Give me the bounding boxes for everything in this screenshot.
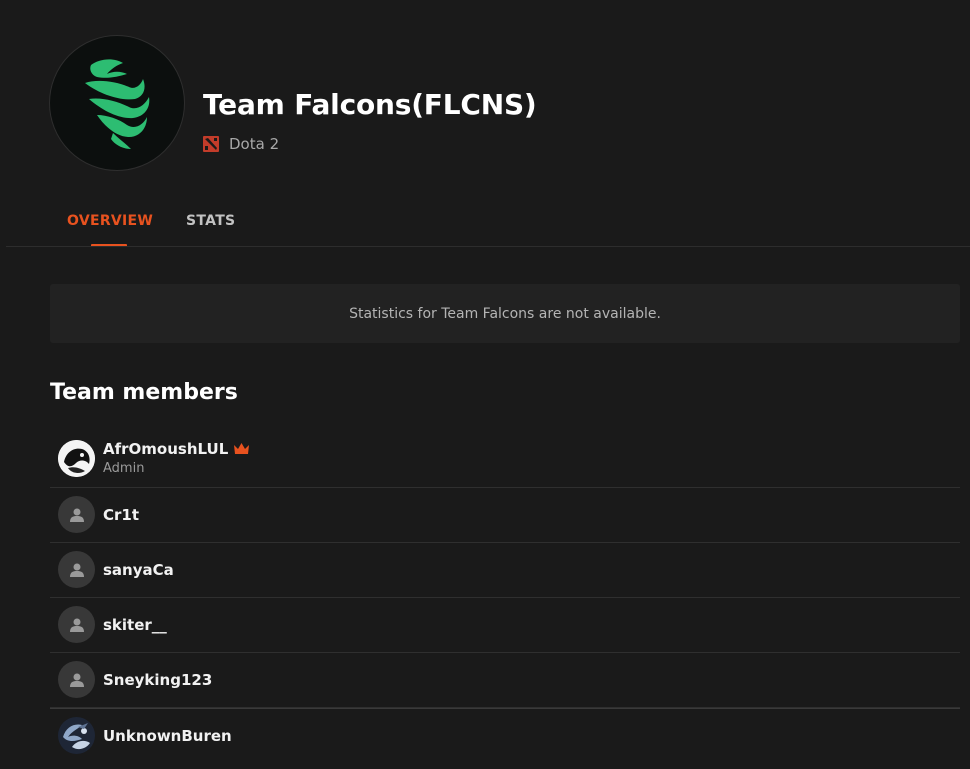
member-name[interactable]: UnknownBuren: [103, 727, 232, 745]
tab-overview[interactable]: OVERVIEW: [67, 213, 153, 229]
member-name[interactable]: Sneyking123: [103, 671, 212, 689]
member-name[interactable]: sanyaCa: [103, 561, 174, 579]
tab-stats[interactable]: STATS: [186, 213, 235, 229]
avatar[interactable]: [58, 661, 95, 698]
member-role: Admin: [103, 461, 145, 476]
avatar[interactable]: [58, 606, 95, 643]
avatar[interactable]: [58, 440, 95, 477]
avatar[interactable]: [58, 717, 95, 754]
team-name: Team Falcons(FLCNS): [203, 88, 537, 121]
member-row[interactable]: Sneyking123: [50, 653, 960, 708]
member-name[interactable]: skiter__: [103, 616, 167, 634]
falcon-logo-icon: [85, 59, 150, 149]
game-name: Dota 2: [229, 135, 280, 153]
notice-text: Statistics for Team Falcons are not avai…: [349, 305, 661, 322]
member-row[interactable]: UnknownBuren: [50, 708, 960, 763]
crown-icon: [234, 442, 250, 454]
team-page: Team Falcons(FLCNS) Dota 2 OVERVIEW STAT…: [0, 0, 970, 769]
member-row[interactable]: skiter__: [50, 598, 960, 653]
member-row[interactable]: AfrOmoushLUL Admin: [50, 432, 960, 488]
member-list: AfrOmoushLUL Admin Cr1t sanyaCa skiter__…: [50, 432, 960, 763]
default-user-icon: [69, 563, 84, 577]
game-tag[interactable]: Dota 2: [203, 135, 279, 153]
team-logo: [49, 35, 185, 171]
avatar[interactable]: [58, 551, 95, 588]
dota-2-icon: [203, 136, 219, 152]
tab-bar: OVERVIEW STATS: [0, 196, 970, 248]
tabs-divider: [6, 246, 970, 247]
avatar[interactable]: [58, 496, 95, 533]
member-row[interactable]: sanyaCa: [50, 543, 960, 598]
member-row[interactable]: Cr1t: [50, 488, 960, 543]
default-user-icon: [69, 508, 84, 522]
member-name[interactable]: Cr1t: [103, 506, 139, 524]
custom-avatar-dark: [58, 440, 95, 477]
custom-avatar-blue: [58, 717, 95, 754]
members-heading: Team members: [50, 380, 238, 405]
default-user-icon: [69, 673, 84, 687]
stats-unavailable-notice: Statistics for Team Falcons are not avai…: [50, 284, 960, 343]
default-user-icon: [69, 618, 84, 632]
member-name[interactable]: AfrOmoushLUL: [103, 440, 250, 458]
